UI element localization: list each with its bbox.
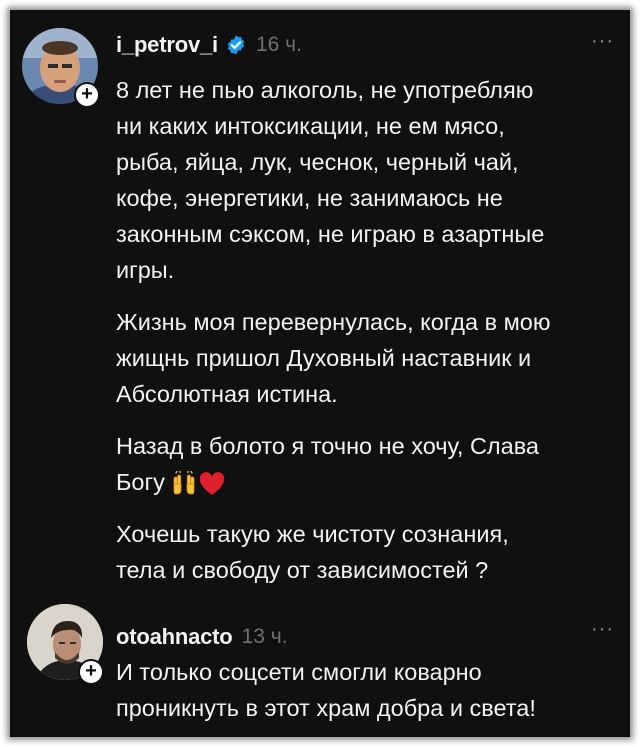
comment-header: i_petrov_i 16 ч.	[116, 30, 302, 60]
comment-body: 8 лет не пью алкоголь, не употребляю ни …	[116, 72, 616, 604]
timestamp: 13 ч.	[241, 625, 288, 648]
username[interactable]: i_petrov_i	[116, 32, 218, 58]
comment-header: otoahnacto 13 ч.	[116, 622, 288, 652]
comment-paragraph-with-emoji: Назад в болото я точно не хочу, Слава Бо…	[116, 428, 616, 500]
raised-hands-emoji-icon	[173, 470, 195, 495]
comment-paragraph: 8 лет не пью алкоголь, не употребляю ни …	[116, 77, 545, 283]
username[interactable]: otoahnacto	[116, 624, 233, 650]
comments-screenshot: + i_petrov_i 16 ч. ··· 8 лет не пью алко…	[10, 10, 630, 737]
follow-plus-icon[interactable]: +	[74, 82, 100, 108]
more-options-icon[interactable]: ···	[591, 30, 614, 53]
comment-paragraph: Жизнь моя перевернулась, когда в мою жищ…	[116, 309, 551, 407]
verified-badge-icon	[227, 35, 245, 55]
timestamp: 16 ч.	[255, 33, 302, 56]
follow-plus-icon[interactable]: +	[78, 659, 104, 685]
more-options-icon[interactable]: ···	[591, 618, 614, 641]
comment-paragraph: И только соцсети смогли коварно проникну…	[116, 659, 536, 721]
comment-body: И только соцсети смогли коварно проникну…	[116, 654, 616, 737]
comment-post-1: + i_petrov_i 16 ч. ··· 8 лет не пью алко…	[10, 10, 630, 590]
comment-post-2: + otoahnacto 13 ч. ··· И только соцсети …	[10, 600, 630, 737]
red-heart-emoji-icon	[199, 471, 224, 495]
comment-paragraph: Хочешь такую же чистоту сознания, тела и…	[116, 521, 509, 583]
